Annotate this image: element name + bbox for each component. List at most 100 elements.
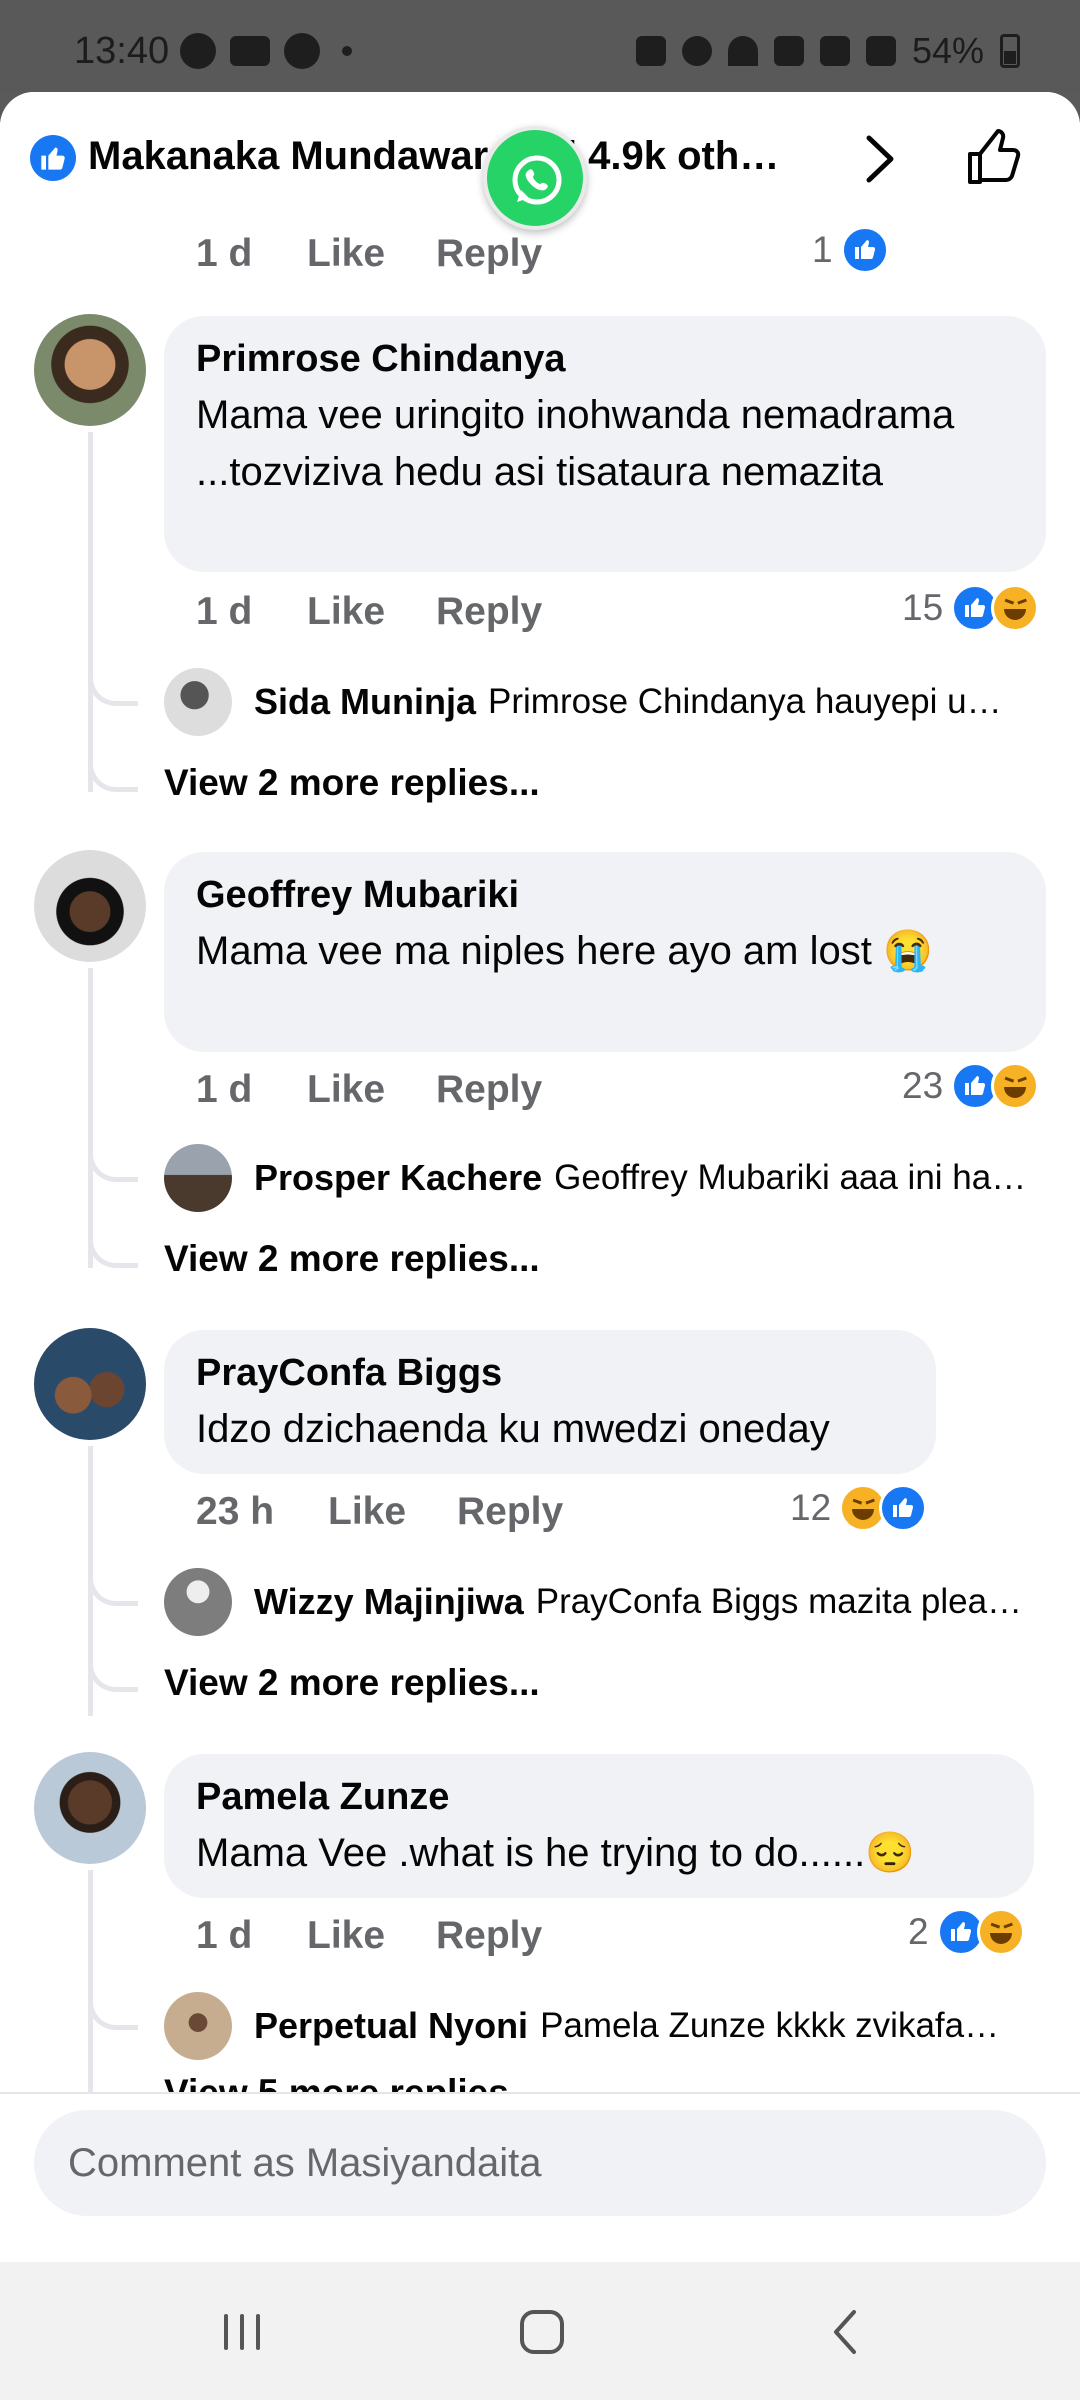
- reaction-summary[interactable]: 2: [908, 1908, 1025, 1956]
- avatar[interactable]: [164, 1144, 232, 1212]
- reply-comment-button[interactable]: Reply: [436, 232, 542, 276]
- system-icons: 54%: [635, 30, 1020, 72]
- whatsapp-floating-button[interactable]: [483, 126, 587, 230]
- reaction-count: 15: [902, 587, 944, 628]
- battery-saver-icon: [635, 36, 666, 66]
- battery-percent: 54%: [911, 30, 984, 71]
- comment-composer: Comment as Masiyandaita: [0, 2092, 1080, 2262]
- like-comment-button[interactable]: Like: [307, 1914, 385, 1958]
- reaction-summary[interactable]: 23: [902, 1062, 1040, 1110]
- reply-comment-button[interactable]: Reply: [436, 1068, 542, 1112]
- comment-time: 1 d: [196, 232, 253, 275]
- like-comment-button[interactable]: Like: [307, 232, 385, 276]
- reply-preview[interactable]: Perpetual Nyoni Pamela Zunze kkkk zvikaf…: [164, 1992, 1044, 2060]
- reply-connector: [88, 1656, 138, 1692]
- reply-comment-button[interactable]: Reply: [436, 1914, 542, 1958]
- like-comment-button[interactable]: Like: [328, 1490, 406, 1534]
- avatar[interactable]: [34, 1328, 146, 1440]
- reply-author[interactable]: Sida Muninja: [254, 681, 476, 723]
- comment-bubble[interactable]: Geoffrey Mubariki Mama vee ma niples her…: [164, 852, 1046, 1052]
- avatar[interactable]: [34, 314, 146, 426]
- telegram-icon: [284, 33, 320, 69]
- comment-time: 1 d: [196, 1068, 253, 1111]
- thread-line: [88, 432, 93, 792]
- comment-input[interactable]: Comment as Masiyandaita: [34, 2110, 1046, 2216]
- comment-text: Mama vee ma niples here ayo am lost 😭: [196, 929, 933, 973]
- reply-author[interactable]: Wizzy Majinjiwa: [254, 1581, 524, 1623]
- hd-icon: [773, 36, 804, 66]
- avatar[interactable]: [34, 1752, 146, 1864]
- comment-bubble[interactable]: Pamela Zunze Mama Vee .what is he trying…: [164, 1754, 1034, 1898]
- comment-time: 1 d: [196, 1914, 253, 1957]
- comment-time: 1 d: [196, 590, 253, 633]
- reply-connector: [88, 1570, 138, 1606]
- avatar[interactable]: [164, 1568, 232, 1636]
- comment-bubble[interactable]: PrayConfa Biggs Idzo dzichaenda ku mwedz…: [164, 1330, 936, 1474]
- comment-text: Mama vee uringito inohwanda nemadrama ..…: [196, 393, 955, 494]
- back-icon[interactable]: [816, 2304, 876, 2360]
- thread-line: [88, 968, 93, 1268]
- reply-text: Geoffrey Mubariki aaa ini ha…: [554, 1158, 1027, 1197]
- reaction-summary[interactable]: 12: [790, 1484, 928, 1532]
- status-time: 13:40: [74, 30, 170, 72]
- whatsapp-icon: [180, 33, 216, 69]
- reply-author[interactable]: Prosper Kachere: [254, 1157, 542, 1199]
- comment-text: Mama Vee .what is he trying to do......😔: [196, 1831, 916, 1875]
- reaction-count: 12: [790, 1487, 832, 1528]
- reactions-summary[interactable]: Makanaka Mundawar…nd 4.9k oth…: [88, 134, 828, 179]
- chevron-right-icon[interactable]: [855, 132, 905, 186]
- reply-text: Pamela Zunze kkkk zvikafa…: [540, 2006, 1000, 2045]
- reply-author[interactable]: Perpetual Nyoni: [254, 2005, 528, 2047]
- haha-reaction-icon: [976, 1908, 1025, 1956]
- comment-time: 23 h: [196, 1490, 275, 1533]
- dot-icon: [342, 46, 352, 56]
- alarm-icon: [681, 36, 712, 66]
- system-navigation-bar: [0, 2262, 1080, 2400]
- reply-connector: [88, 1232, 138, 1268]
- comment-author[interactable]: Pamela Zunze: [196, 1776, 1002, 1819]
- avatar[interactable]: [164, 1992, 232, 2060]
- signal-icon: [865, 36, 896, 66]
- comment-thread[interactable]: 1 d Like Reply 1 Primrose Chindanya Mama…: [0, 222, 1080, 2102]
- view-more-replies-link[interactable]: View 2 more replies...: [164, 762, 540, 804]
- comment-author[interactable]: Primrose Chindanya: [196, 338, 1014, 381]
- haha-reaction-icon: [991, 1062, 1040, 1110]
- reaction-summary[interactable]: 15: [902, 584, 1040, 632]
- reply-text: PrayConfa Biggs mazita plea…: [535, 1582, 1023, 1621]
- like-reaction-icon: [840, 226, 889, 274]
- thread-line: [88, 1870, 93, 2102]
- view-more-replies-link[interactable]: View 2 more replies...: [164, 1238, 540, 1280]
- recent-apps-icon[interactable]: [212, 2304, 272, 2360]
- like-post-button[interactable]: [962, 126, 1026, 190]
- comment-author[interactable]: Geoffrey Mubariki: [196, 874, 1014, 917]
- like-reaction-icon: [30, 135, 76, 181]
- whatsapp-icon: [512, 155, 562, 205]
- like-comment-button[interactable]: Like: [307, 1068, 385, 1112]
- reaction-summary[interactable]: 1: [812, 226, 889, 274]
- like-comment-button[interactable]: Like: [307, 590, 385, 634]
- reply-preview[interactable]: Sida Muninja Primrose Chindanya hauyepi …: [164, 668, 1044, 736]
- reply-comment-button[interactable]: Reply: [457, 1490, 563, 1534]
- home-icon[interactable]: [512, 2304, 572, 2360]
- battery-icon: [1000, 34, 1020, 68]
- haha-reaction-icon: [991, 584, 1040, 632]
- comment-bubble[interactable]: Primrose Chindanya Mama vee uringito ino…: [164, 316, 1046, 572]
- reply-preview[interactable]: Prosper Kachere Geoffrey Mubariki aaa in…: [164, 1144, 1044, 1212]
- avatar[interactable]: [34, 850, 146, 962]
- avatar[interactable]: [164, 668, 232, 736]
- comment-text: Idzo dzichaenda ku mwedzi oneday: [196, 1407, 830, 1451]
- reaction-count: 1: [812, 229, 833, 270]
- wifi-icon: [727, 36, 758, 66]
- reply-connector: [88, 1994, 138, 2030]
- notification-icons: [180, 33, 352, 69]
- comment-author[interactable]: PrayConfa Biggs: [196, 1352, 904, 1395]
- reply-comment-button[interactable]: Reply: [436, 590, 542, 634]
- reaction-count: 2: [908, 1911, 929, 1952]
- youtube-icon: [230, 36, 270, 66]
- reply-preview[interactable]: Wizzy Majinjiwa PrayConfa Biggs mazita p…: [164, 1568, 1044, 1636]
- reply-connector: [88, 670, 138, 706]
- view-more-replies-link[interactable]: View 2 more replies...: [164, 1662, 540, 1704]
- reply-connector: [88, 1146, 138, 1182]
- signal-icon: [819, 36, 850, 66]
- comments-sheet: Makanaka Mundawar…nd 4.9k oth… 1 d Like …: [0, 92, 1080, 2262]
